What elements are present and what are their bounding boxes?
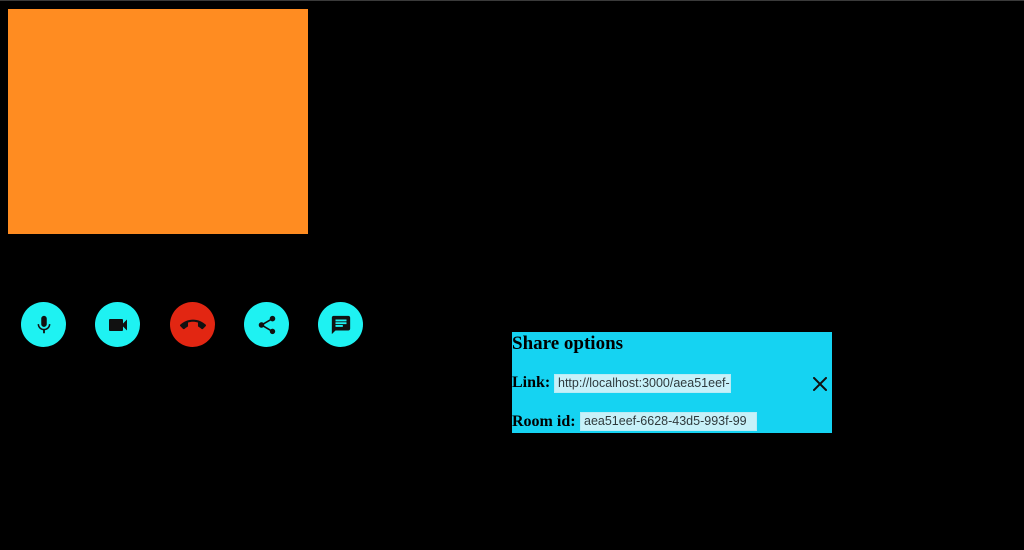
mic-icon bbox=[33, 314, 55, 336]
camera-button[interactable] bbox=[95, 302, 140, 347]
call-controls bbox=[21, 302, 366, 348]
link-field[interactable]: http://localhost:3000/aea51eef-6628-43d5… bbox=[554, 374, 731, 393]
microphone-button[interactable] bbox=[21, 302, 66, 347]
chat-icon bbox=[330, 314, 352, 336]
share-options-title: Share options bbox=[512, 333, 624, 354]
room-id-label: Room id: bbox=[512, 413, 576, 430]
share-button[interactable] bbox=[244, 302, 289, 347]
link-label: Link: bbox=[512, 374, 551, 391]
share-icon bbox=[256, 314, 278, 336]
close-icon bbox=[812, 376, 828, 396]
chat-button[interactable] bbox=[318, 302, 363, 347]
video-tile bbox=[8, 9, 308, 234]
share-options-panel: Share options Link: http://localhost:300… bbox=[512, 332, 832, 433]
call-end-icon bbox=[179, 312, 206, 338]
videocam-icon bbox=[106, 313, 130, 337]
close-button[interactable] bbox=[810, 376, 830, 396]
room-id-field[interactable]: aea51eef-6628-43d5-993f-99 bbox=[580, 412, 757, 431]
top-border bbox=[0, 0, 1024, 1]
end-call-button[interactable] bbox=[170, 302, 215, 347]
